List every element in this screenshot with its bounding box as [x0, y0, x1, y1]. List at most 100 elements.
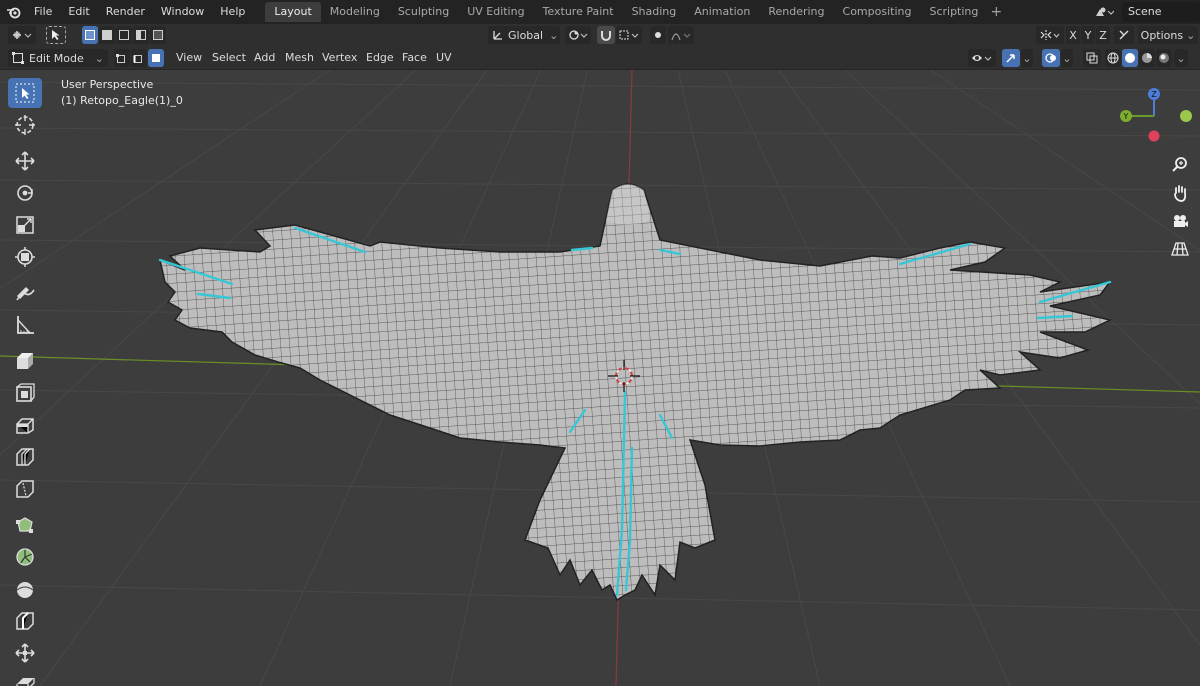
tab-layout[interactable]: Layout	[265, 2, 321, 22]
select-mode-new-icon[interactable]	[82, 26, 98, 44]
blender-logo-icon[interactable]	[0, 0, 26, 24]
menu-file[interactable]: File	[26, 0, 60, 24]
axis-z-toggle[interactable]: Z	[1096, 26, 1110, 44]
select-mode-invert-icon[interactable]	[133, 26, 149, 44]
mesh-symmetry-icon[interactable]	[1036, 26, 1064, 44]
select-mode-extend-icon[interactable]	[99, 26, 115, 44]
shading-wireframe-icon[interactable]	[1105, 49, 1121, 67]
shading-solid-icon[interactable]	[1122, 49, 1138, 67]
header-menu-face[interactable]: Face	[397, 49, 432, 67]
workspace-tabs: Layout Modeling Sculpting UV Editing Tex…	[265, 0, 1005, 24]
mode-dropdown[interactable]: Edit Mode ⌄	[8, 49, 108, 67]
navigation-gizmo[interactable]: Z Y	[1112, 84, 1198, 146]
camera-view-icon[interactable]	[1166, 208, 1194, 234]
auto-merge-icon[interactable]	[1114, 26, 1134, 44]
tool-cursor-icon[interactable]	[8, 110, 42, 140]
tool-shrink-fatten-icon[interactable]	[8, 638, 42, 668]
shading-material-icon[interactable]	[1139, 49, 1155, 67]
axis-y-toggle[interactable]: Y	[1081, 26, 1095, 44]
3d-viewport[interactable]: User Perspective (1) Retopo_Eagle(1)_0 Z…	[0, 70, 1200, 686]
tool-inset-icon[interactable]	[8, 378, 42, 408]
tool-scale-icon[interactable]	[8, 210, 42, 240]
orientation-dropdown[interactable]: Global ⌄	[488, 26, 560, 44]
shading-dropdown-icon[interactable]: ⌄	[1174, 49, 1188, 67]
tool-settings-bar: Global ⌄ X Y Z Options ⌄	[0, 24, 1200, 46]
tool-annotate-icon[interactable]	[8, 278, 42, 308]
object-visibility-icon[interactable]	[968, 49, 996, 67]
gizmo-y-label: Y	[1123, 112, 1129, 121]
header-menu-select[interactable]: Select	[207, 49, 251, 67]
tool-smooth-icon[interactable]	[8, 574, 42, 604]
orientation-icon	[493, 31, 502, 40]
header-menu-view[interactable]: View	[171, 49, 207, 67]
scene-name-field[interactable]: Scene	[1122, 2, 1200, 22]
tool-spin-icon[interactable]	[8, 542, 42, 572]
falloff-icon[interactable]	[668, 26, 694, 44]
header-menu-mesh[interactable]: Mesh	[280, 49, 319, 67]
chevron-down-icon: ⌄	[549, 28, 559, 42]
vertex-select-mode-icon[interactable]	[114, 49, 130, 67]
snap-toggle-icon[interactable]	[597, 26, 615, 44]
tab-sculpting[interactable]: Sculpting	[389, 2, 458, 22]
tool-edge-slide-icon[interactable]	[8, 606, 42, 636]
tool-transform-icon[interactable]	[8, 242, 42, 272]
tool-extrude-icon[interactable]	[8, 346, 42, 376]
gizmo-toggle-icon[interactable]	[1002, 49, 1020, 67]
tab-scripting[interactable]: Scripting	[920, 2, 987, 22]
overlays-dropdown-icon[interactable]: ⌄	[1061, 49, 1073, 67]
perspective-toggle-icon[interactable]	[1166, 236, 1194, 262]
snap-target-icon[interactable]	[616, 26, 642, 44]
select-tool-icon[interactable]	[46, 26, 66, 44]
tab-animation[interactable]: Animation	[685, 2, 759, 22]
zoom-icon[interactable]	[1166, 152, 1194, 178]
axis-x-toggle[interactable]: X	[1066, 26, 1080, 44]
tool-loop-cut-icon[interactable]	[8, 442, 42, 472]
edge-select-mode-icon[interactable]	[131, 49, 147, 67]
tool-move-icon[interactable]	[8, 146, 42, 176]
tool-bevel-icon[interactable]	[8, 410, 42, 440]
mode-label: Edit Mode	[29, 51, 84, 65]
tool-rotate-icon[interactable]	[8, 178, 42, 208]
tab-rendering[interactable]: Rendering	[759, 2, 833, 22]
face-select-mode-icon[interactable]	[148, 49, 164, 67]
tool-shear-icon[interactable]	[8, 666, 42, 686]
tool-measure-icon[interactable]	[8, 310, 42, 340]
add-workspace-button[interactable]: +	[987, 4, 1005, 20]
tab-modeling[interactable]: Modeling	[321, 2, 389, 22]
viewport-scene	[0, 70, 1200, 686]
pan-hand-icon[interactable]	[1166, 180, 1194, 206]
edit-mode-icon	[12, 52, 24, 64]
select-mode-intersect-icon[interactable]	[150, 26, 166, 44]
perspective-label: User Perspective	[61, 78, 154, 91]
chevron-down-icon: ⌄	[1186, 28, 1196, 42]
transform-pivot-icon[interactable]	[8, 26, 36, 44]
xray-toggle-icon[interactable]	[1083, 49, 1101, 67]
menu-help[interactable]: Help	[212, 0, 253, 24]
active-object-label: (1) Retopo_Eagle(1)_0	[61, 94, 183, 107]
header-menu-uv[interactable]: UV	[431, 49, 457, 67]
eagle-mesh[interactable]	[158, 183, 1113, 602]
menu-edit[interactable]: Edit	[60, 0, 97, 24]
proportional-editing-icon[interactable]	[650, 26, 666, 44]
gizmo-dropdown-icon[interactable]: ⌄	[1021, 49, 1033, 67]
tab-uv-editing[interactable]: UV Editing	[458, 2, 533, 22]
tool-select-box-icon[interactable]	[8, 78, 42, 108]
menu-render[interactable]: Render	[98, 0, 153, 24]
eagle-wings-body	[158, 183, 1113, 602]
options-dropdown[interactable]: Options ⌄	[1138, 26, 1198, 44]
pivot-point-icon[interactable]	[565, 26, 591, 44]
header-menu-edge[interactable]: Edge	[361, 49, 399, 67]
header-menu-add[interactable]: Add	[249, 49, 280, 67]
overlays-toggle-icon[interactable]	[1042, 49, 1060, 67]
tab-compositing[interactable]: Compositing	[834, 2, 921, 22]
header-menu-vertex[interactable]: Vertex	[317, 49, 362, 67]
menu-window[interactable]: Window	[153, 0, 212, 24]
tool-poly-build-icon[interactable]	[8, 510, 42, 540]
scene-selector-icon[interactable]	[1092, 3, 1116, 21]
shading-rendered-icon[interactable]	[1156, 49, 1172, 67]
tab-texture-paint[interactable]: Texture Paint	[534, 2, 623, 22]
tool-knife-icon[interactable]	[8, 474, 42, 504]
tab-shading[interactable]: Shading	[623, 2, 686, 22]
orientation-label: Global	[508, 28, 544, 42]
select-mode-subtract-icon[interactable]	[116, 26, 132, 44]
